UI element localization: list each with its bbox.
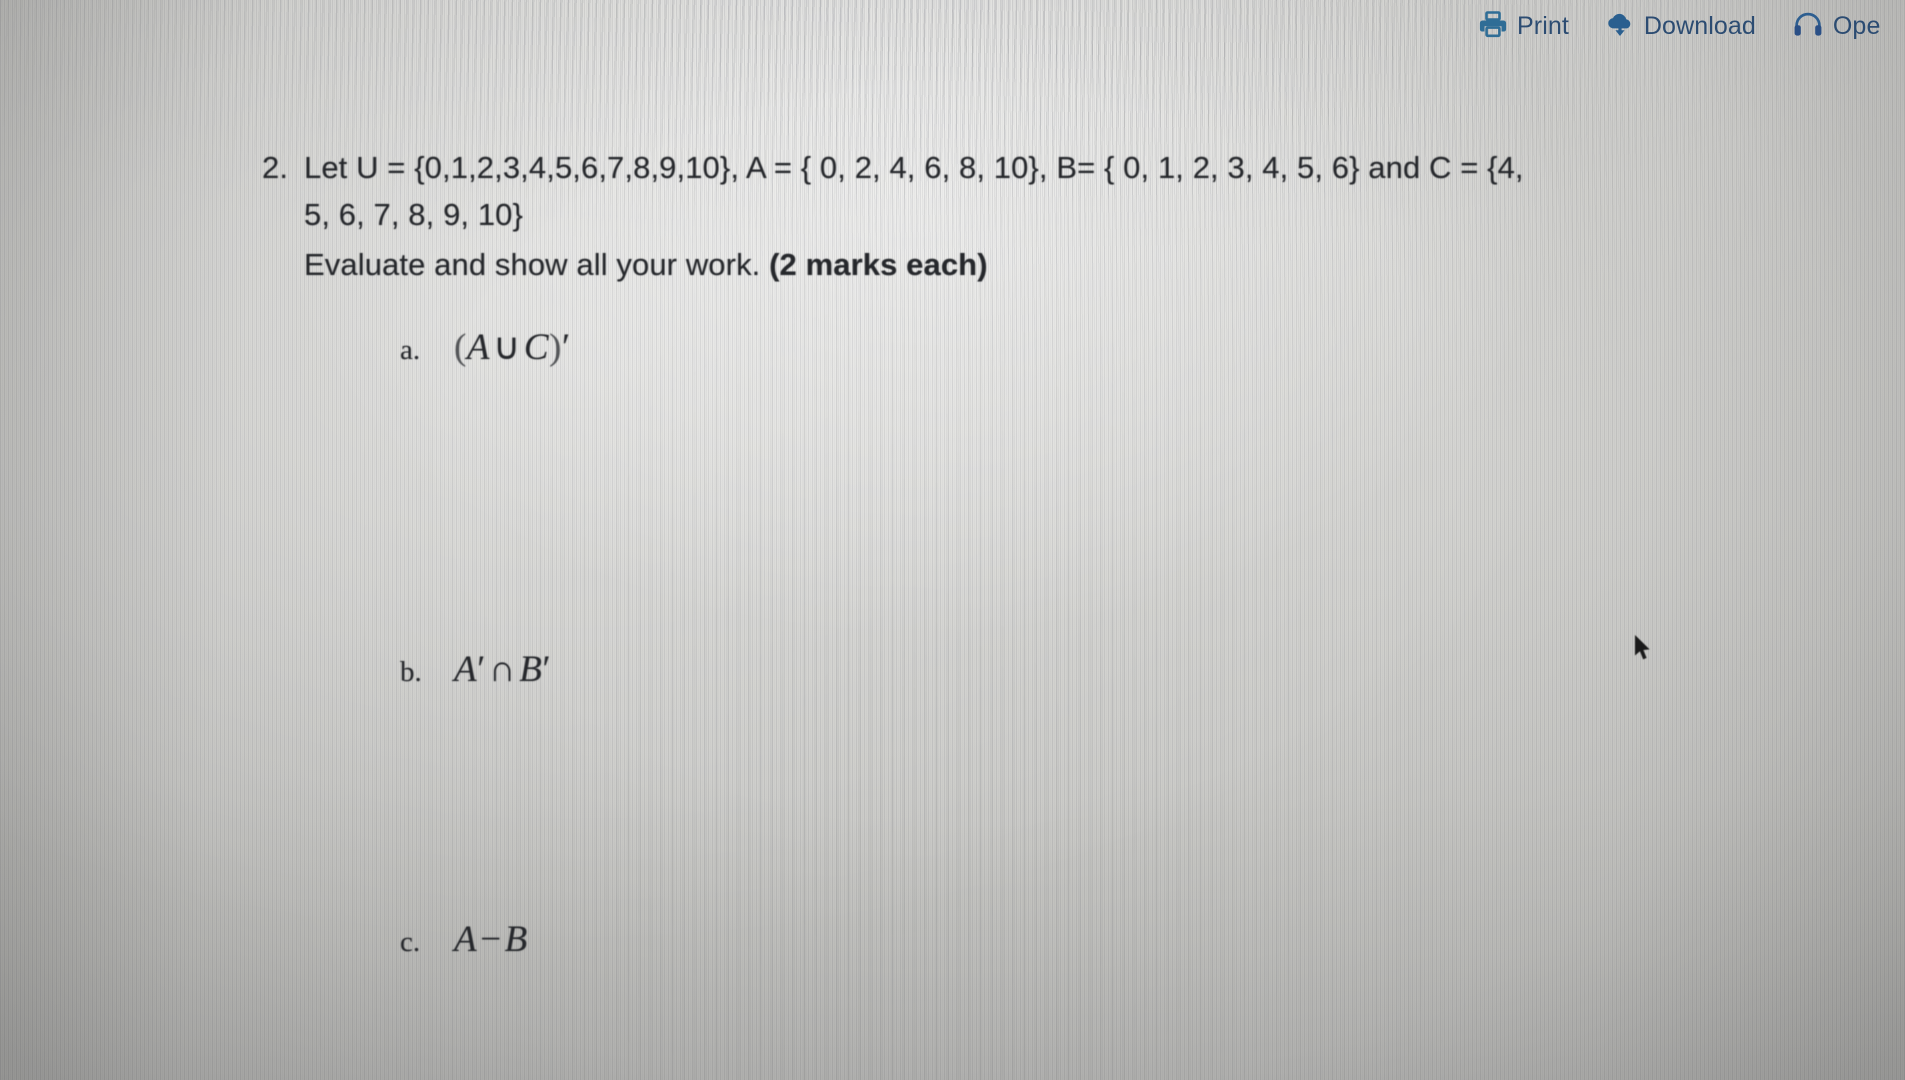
set-b: B: [519, 649, 543, 690]
question-part-b: b. A′∩B′: [400, 648, 551, 691]
question-block: 2. Let U = {0,1,2,3,4,5,6,7,8,9,10}, A =…: [262, 144, 1862, 288]
difference-operator: −: [480, 919, 502, 960]
download-label: Download: [1643, 12, 1756, 40]
open-label: Ope: [1832, 12, 1881, 40]
download-button[interactable]: Download: [1605, 10, 1756, 43]
instruction-text: Evaluate and show all your work.: [304, 247, 761, 282]
open-paren: (: [454, 327, 467, 368]
printer-icon: [1478, 10, 1508, 43]
open-listen-button[interactable]: Ope: [1792, 10, 1881, 43]
part-c-expression: A−B: [454, 918, 528, 961]
question-body: Let U = {0,1,2,3,4,5,6,7,8,9,10}, A = { …: [304, 144, 1862, 288]
print-button[interactable]: Print: [1478, 10, 1569, 43]
complement-prime: ′: [562, 327, 571, 368]
set-a: A: [454, 649, 478, 690]
set-a: A: [454, 919, 478, 960]
part-b-expression: A′∩B′: [454, 648, 551, 691]
question-line-2: 5, 6, 7, 8, 9, 10}: [304, 197, 523, 232]
mouse-pointer-icon: [1633, 634, 1655, 664]
part-b-letter: b.: [400, 656, 422, 688]
print-label: Print: [1517, 12, 1569, 40]
complement-prime-b: ′: [542, 649, 552, 690]
complement-prime-a: ′: [477, 649, 486, 690]
page-content: Print Download Ope 2. Let U = {0,1,2,3,4…: [0, 0, 1905, 1080]
union-operator: ∪: [493, 327, 521, 368]
question-part-c: c. A−B: [400, 918, 528, 961]
question-instruction: Evaluate and show all your work. (2 mark…: [304, 241, 1862, 288]
headphones-icon: [1792, 10, 1824, 43]
screen-photo: Print Download Ope 2. Let U = {0,1,2,3,4…: [0, 0, 1905, 1080]
cloud-download-icon: [1605, 10, 1635, 43]
marks-note: (2 marks each): [769, 247, 988, 282]
set-c: C: [523, 327, 550, 368]
question-line-1: Let U = {0,1,2,3,4,5,6,7,8,9,10}, A = { …: [304, 150, 1524, 185]
part-c-letter: c.: [400, 926, 421, 958]
part-a-letter: a.: [400, 334, 421, 366]
question-part-a: a. (A∪C)′: [400, 325, 571, 369]
intersection-operator: ∩: [488, 649, 517, 690]
set-a: A: [466, 327, 491, 368]
part-a-expression: (A∪C)′: [454, 325, 571, 369]
set-b: B: [504, 919, 528, 960]
document-toolbar: Print Download Ope: [1478, 10, 1880, 43]
question-number: 2.: [262, 150, 289, 185]
close-paren: ): [549, 327, 563, 368]
